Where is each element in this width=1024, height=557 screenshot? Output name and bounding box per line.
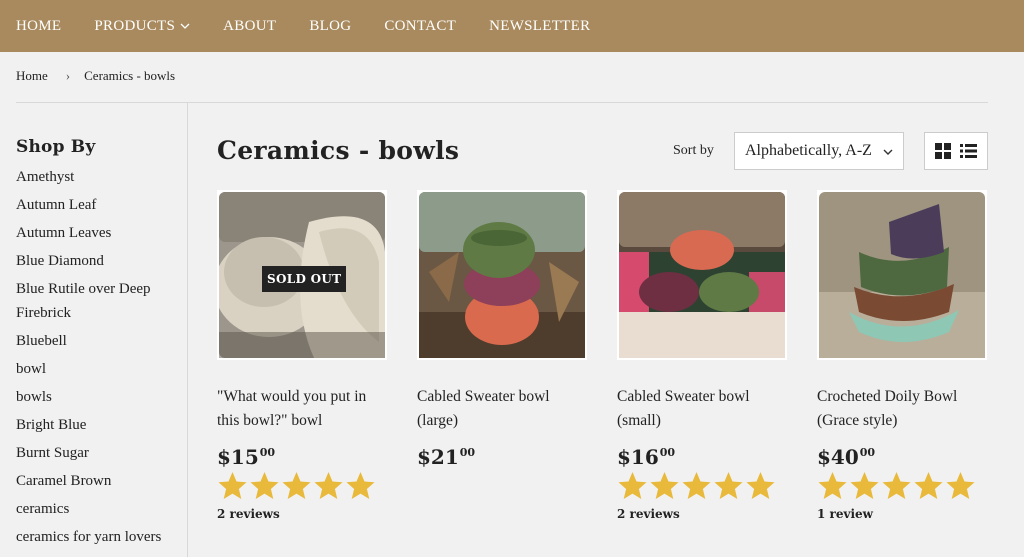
star-icon — [914, 472, 943, 499]
star-icon — [618, 472, 647, 499]
star-icon — [314, 472, 343, 499]
sidebar-item[interactable]: Bright Blue — [16, 413, 186, 437]
sidebar-item[interactable]: Blue Diamond — [16, 249, 186, 273]
nav-blog[interactable]: BLOG — [309, 18, 351, 35]
star-icon — [682, 472, 711, 499]
product-image[interactable] — [617, 190, 787, 360]
bowl-photo-3 — [619, 192, 785, 358]
sidebar-item[interactable]: Bluebell — [16, 329, 186, 353]
product-title[interactable]: "What would you put in this bowl?" bowl — [217, 385, 387, 433]
star-icon — [282, 472, 311, 499]
sidebar-item[interactable]: Burnt Sugar — [16, 441, 186, 465]
breadcrumb: Home › Ceramics - bowls — [16, 68, 175, 84]
star-icon — [946, 472, 975, 499]
sidebar-item[interactable]: Blue Rutile over Deep Firebrick — [16, 277, 186, 325]
sort-label: Sort by — [673, 143, 714, 158]
top-nav: HOME PRODUCTS ABOUT BLOG CONTACT NEWSLET… — [0, 0, 1024, 52]
view-toggle — [924, 132, 988, 170]
nav-home[interactable]: HOME — [16, 18, 61, 35]
product-card: Cabled Sweater bowl (small) $1600 2 revi… — [617, 190, 787, 521]
star-icon — [882, 472, 911, 499]
sold-out-badge: SOLD OUT — [262, 266, 347, 292]
bowl-photo-2 — [419, 192, 585, 358]
product-price: $1600 — [617, 445, 787, 469]
product-image[interactable]: SOLD OUT — [217, 190, 387, 360]
sidebar-divider — [187, 103, 188, 557]
price-minor: 00 — [859, 446, 876, 459]
price-minor: 00 — [259, 446, 276, 459]
chevron-down-icon — [883, 149, 893, 155]
product-image[interactable] — [417, 190, 587, 360]
star-icon — [218, 472, 247, 499]
product-card: Crocheted Doily Bowl (Grace style) $4000… — [817, 190, 987, 521]
grid-view-icon[interactable] — [935, 143, 952, 159]
sidebar-list: Amethyst Autumn Leaf Autumn Leaves Blue … — [16, 165, 186, 549]
sort-select[interactable]: Alphabetically, A-Z — [734, 132, 904, 170]
product-price: $2100 — [417, 445, 587, 469]
sidebar-item[interactable]: bowl — [16, 357, 186, 381]
price-major: $21 — [417, 445, 459, 469]
sidebar-item[interactable]: Caramel Brown — [16, 469, 186, 493]
page-title: Ceramics - bowls — [217, 136, 460, 165]
star-icon — [746, 472, 775, 499]
product-card: SOLD OUT "What would you put in this bow… — [217, 190, 387, 521]
nav-about-label: ABOUT — [223, 17, 277, 34]
sidebar-heading: Shop By — [16, 137, 96, 157]
sidebar-item[interactable]: Autumn Leaves — [16, 221, 186, 245]
rating-stars — [217, 471, 387, 501]
sidebar-item[interactable]: Autumn Leaf — [16, 193, 186, 217]
star-icon — [650, 472, 679, 499]
price-minor: 00 — [659, 446, 676, 459]
nav-home-label: HOME — [16, 17, 62, 34]
bowl-photo-4 — [819, 192, 985, 358]
product-title[interactable]: Cabled Sweater bowl (large) — [417, 385, 587, 433]
star-icon — [250, 472, 279, 499]
rating-stars — [617, 471, 787, 501]
review-count[interactable]: 2 reviews — [217, 507, 387, 521]
product-title[interactable]: Crocheted Doily Bowl (Grace style) — [817, 385, 987, 433]
nav-blog-label: BLOG — [309, 17, 352, 34]
product-price: $1500 — [217, 445, 387, 469]
nav-products-label: PRODUCTS — [94, 17, 176, 34]
nav-newsletter-label: NEWSLETTER — [489, 17, 591, 34]
chevron-down-icon — [180, 23, 190, 29]
breadcrumb-separator: › — [65, 68, 71, 83]
rating-stars — [817, 471, 987, 501]
star-icon — [714, 472, 743, 499]
price-major: $16 — [617, 445, 659, 469]
sidebar: Shop By Amethyst Autumn Leaf Autumn Leav… — [16, 137, 186, 553]
star-icon — [346, 472, 375, 499]
product-card: Cabled Sweater bowl (large) $2100 — [417, 190, 587, 469]
product-price: $4000 — [817, 445, 987, 469]
price-major: $15 — [217, 445, 259, 469]
nav-contact[interactable]: CONTACT — [384, 18, 456, 35]
list-view-icon[interactable] — [959, 143, 977, 159]
divider — [16, 102, 988, 103]
review-count[interactable]: 1 review — [817, 507, 987, 521]
nav-products[interactable]: PRODUCTS — [94, 18, 190, 35]
sidebar-item[interactable]: Amethyst — [16, 165, 186, 189]
review-count[interactable]: 2 reviews — [617, 507, 787, 521]
nav-newsletter[interactable]: NEWSLETTER — [489, 18, 590, 35]
product-title[interactable]: Cabled Sweater bowl (small) — [617, 385, 787, 433]
breadcrumb-current: Ceramics - bowls — [84, 68, 176, 83]
sidebar-item[interactable]: bowls — [16, 385, 186, 409]
price-minor: 00 — [459, 446, 476, 459]
sidebar-item[interactable]: ceramics — [16, 497, 186, 521]
sort-select-value: Alphabetically, A-Z — [745, 142, 872, 159]
breadcrumb-home[interactable]: Home — [16, 68, 48, 84]
sidebar-item[interactable]: ceramics for yarn lovers — [16, 525, 186, 549]
star-icon — [850, 472, 879, 499]
star-icon — [818, 472, 847, 499]
nav-contact-label: CONTACT — [384, 17, 457, 34]
nav-about[interactable]: ABOUT — [223, 18, 276, 35]
product-image[interactable] — [817, 190, 987, 360]
price-major: $40 — [817, 445, 859, 469]
